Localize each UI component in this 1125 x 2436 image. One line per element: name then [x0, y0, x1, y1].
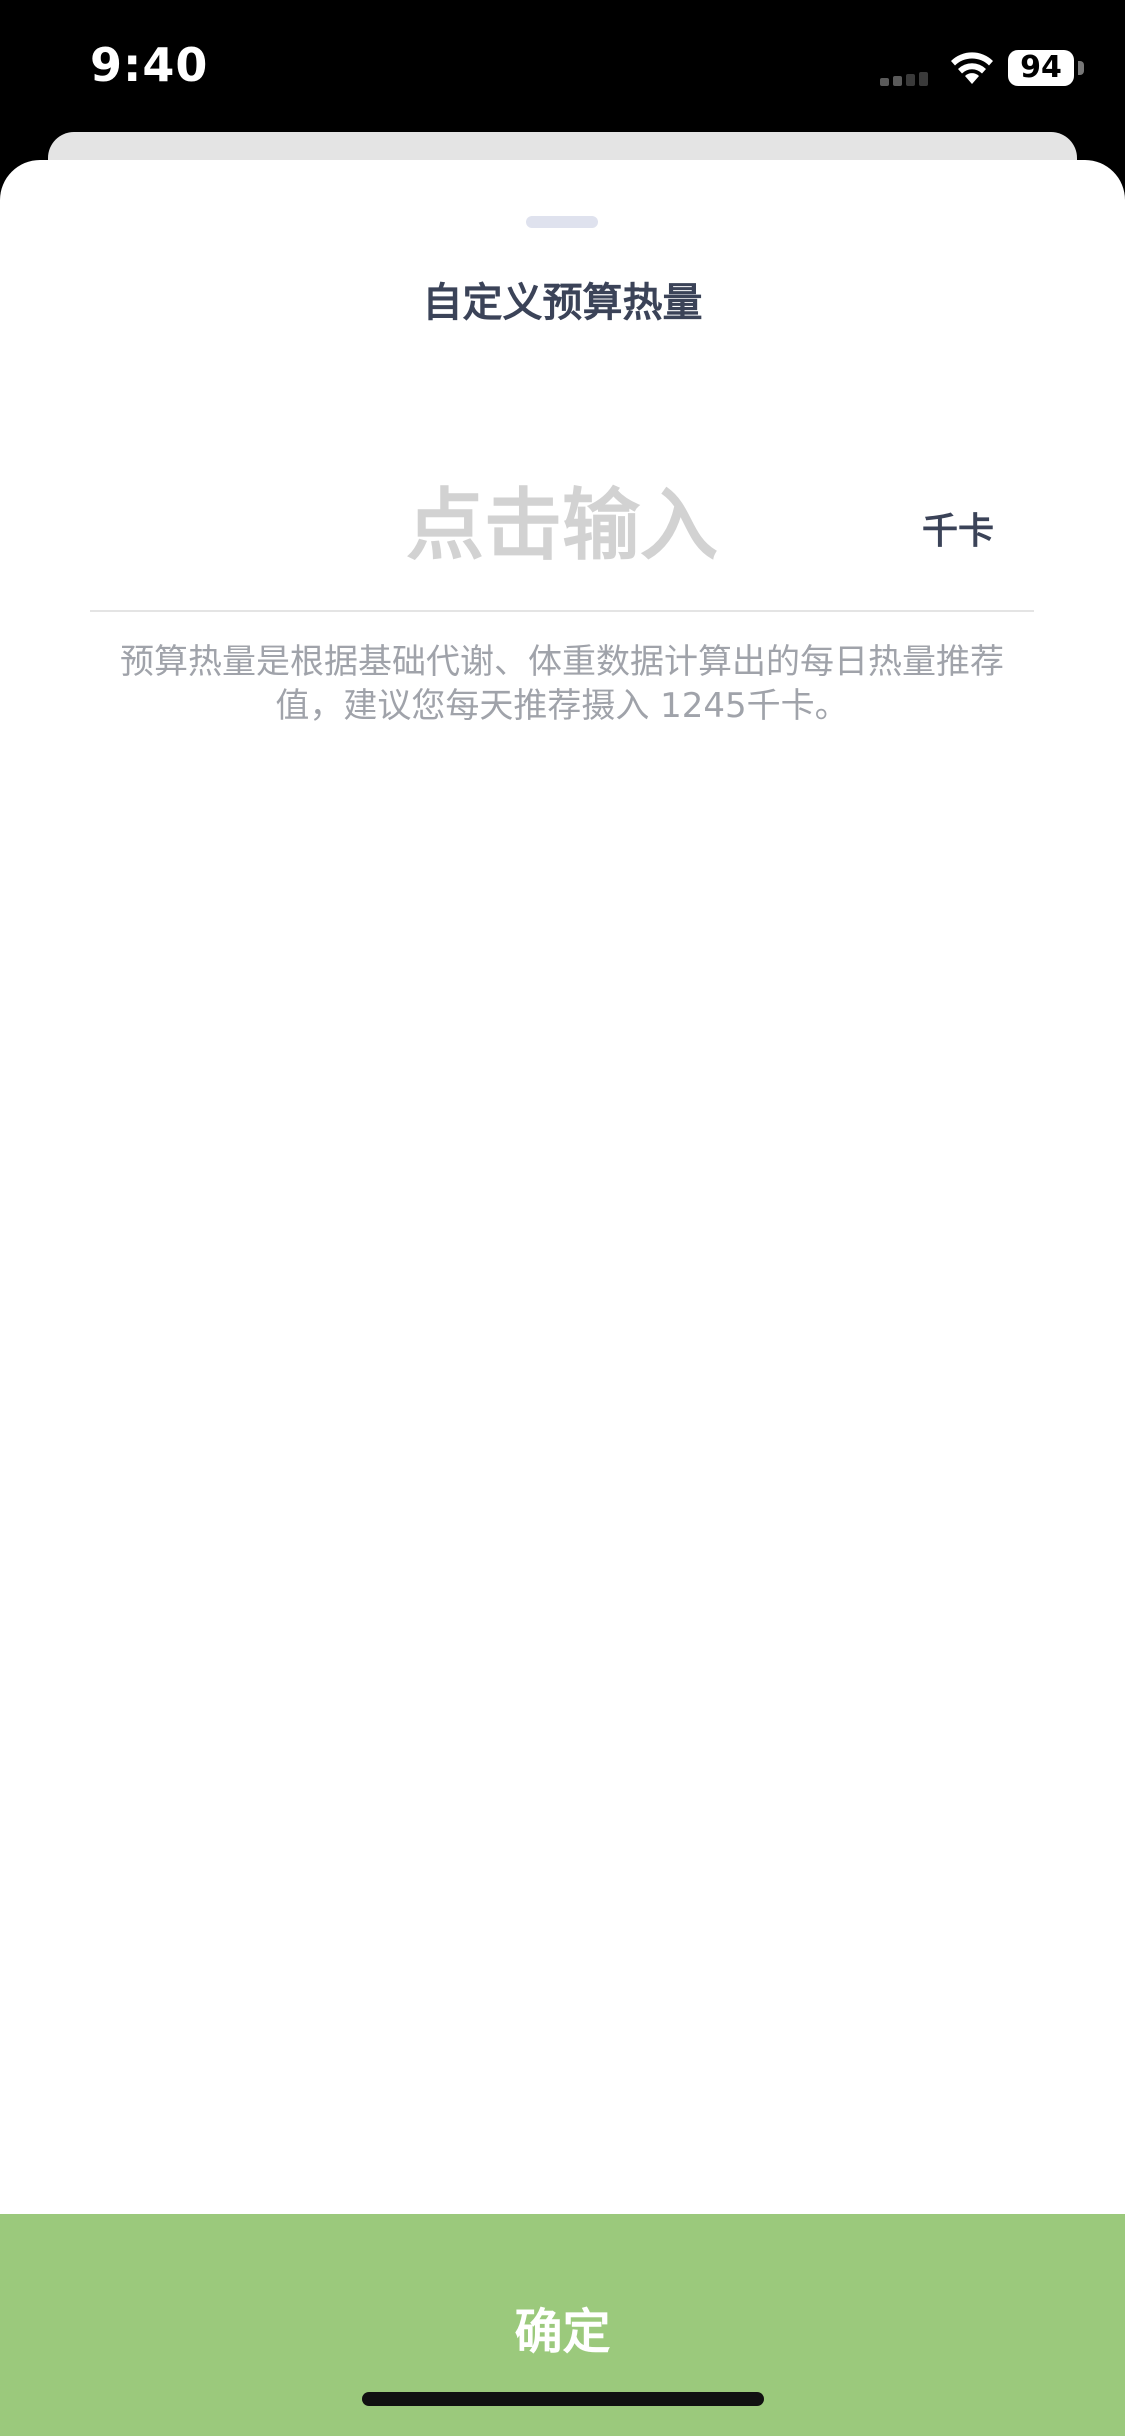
home-indicator — [362, 2392, 764, 2406]
screen: 9:40 94 自定义预算热量 千卡 预算热量是根据基础代谢、体重数据计算出的每… — [0, 0, 1125, 2436]
sheet-grabber[interactable] — [526, 216, 598, 228]
status-bar: 9:40 94 — [0, 0, 1125, 132]
budget-calorie-sheet: 自定义预算热量 千卡 预算热量是根据基础代谢、体重数据计算出的每日热量推荐值，建… — [0, 160, 1125, 2436]
wifi-icon — [951, 52, 993, 84]
calorie-hint-text: 预算热量是根据基础代谢、体重数据计算出的每日热量推荐值，建议您每天推荐摄入 12… — [120, 642, 1004, 726]
battery-icon: 94 — [1008, 50, 1086, 86]
signal-icon — [880, 72, 928, 86]
status-time: 9:40 — [90, 38, 209, 92]
sheet-title: 自定义预算热量 — [422, 280, 703, 326]
confirm-button-label: 确定 — [514, 2304, 611, 2360]
battery-cap — [1078, 61, 1084, 75]
calorie-input[interactable] — [290, 470, 834, 582]
unit-label: 千卡 — [922, 511, 995, 552]
calorie-input-row: 千卡 — [90, 460, 1034, 612]
battery-level: 94 — [1008, 50, 1074, 86]
